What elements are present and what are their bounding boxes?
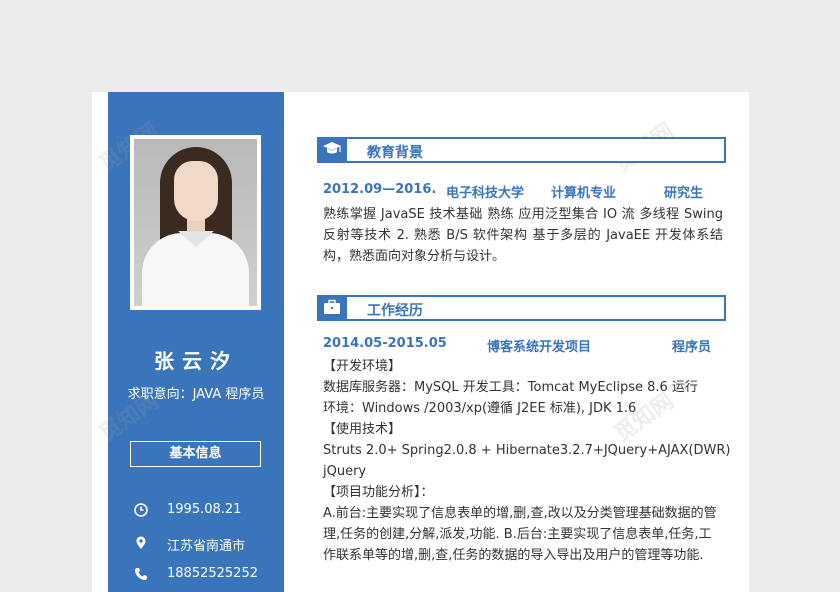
education-major: 计算机专业 <box>551 186 617 201</box>
education-section-header: 教育背景 <box>317 137 726 163</box>
work-detail-line: 【使用技术】 <box>323 422 402 437</box>
work-detail-line: jQuery <box>323 464 367 479</box>
basic-info-heading: 基本信息 <box>130 441 261 467</box>
location-icon <box>136 536 146 549</box>
work-project: 博客系统开发项目 <box>487 340 592 355</box>
education-date: 2012.09—2016. <box>323 182 437 197</box>
work-detail-line: A.前台:主要实现了信息表单的增,删,查,改以及分类管理基础数据的管 <box>323 506 717 521</box>
birthdate-text: 1995.08.21 <box>167 502 242 517</box>
work-detail-line: 【项目功能分析】： <box>323 485 434 500</box>
clock-icon <box>134 503 148 517</box>
job-intent: 求职意向：JAVA 程序员 <box>127 387 265 402</box>
briefcase-icon <box>324 299 340 314</box>
work-detail-line: 【开发环境】 <box>323 359 402 374</box>
avatar <box>134 139 257 306</box>
work-detail-line: Struts 2.0+ Spring2.0.8 + Hibernate3.2.7… <box>323 443 731 458</box>
work-section-header: 工作经历 <box>317 295 726 321</box>
phone-icon <box>135 568 147 580</box>
education-degree: 研究生 <box>664 186 704 201</box>
location-row: 江苏省南通市 <box>130 535 280 555</box>
work-tab <box>317 295 347 321</box>
phone-row: 18852525252 <box>130 566 280 586</box>
education-tab <box>317 137 347 163</box>
education-title: 教育背景 <box>367 145 423 161</box>
graduation-cap-icon <box>323 142 341 154</box>
work-detail-line: 理,任务的创建,分解,派发,功能. B.后台:主要实现了信息表单,任务,工 <box>323 527 712 542</box>
work-detail-line: 环境：Windows /2003/xp(遵循 J2EE 标准), JDK 1.6 <box>323 401 637 416</box>
birthdate-row: 1995.08.21 <box>130 502 280 522</box>
location-text: 江苏省南通市 <box>167 539 246 554</box>
work-role: 程序员 <box>672 340 712 355</box>
work-title: 工作经历 <box>367 303 423 319</box>
candidate-name: 张云汐 <box>154 349 238 373</box>
education-school: 电子科技大学 <box>446 186 525 201</box>
work-details: 【开发环境】 数据库服务器：MySQL 开发工具：Tomcat MyEclips… <box>323 356 731 566</box>
work-detail-line: 数据库服务器：MySQL 开发工具：Tomcat MyEclipse 8.6 运… <box>323 380 698 395</box>
education-description: 熟练掌握 JavaSE 技术基础 熟练 应用泛型集合 IO 流 多线程 Swin… <box>323 207 723 264</box>
profile-photo <box>130 135 261 310</box>
work-detail-line: 作联系单等的增,删,查,任务的数据的导入导出及用户的管理等功能. <box>323 548 704 563</box>
work-date: 2014.05-2015.05 <box>323 336 447 351</box>
